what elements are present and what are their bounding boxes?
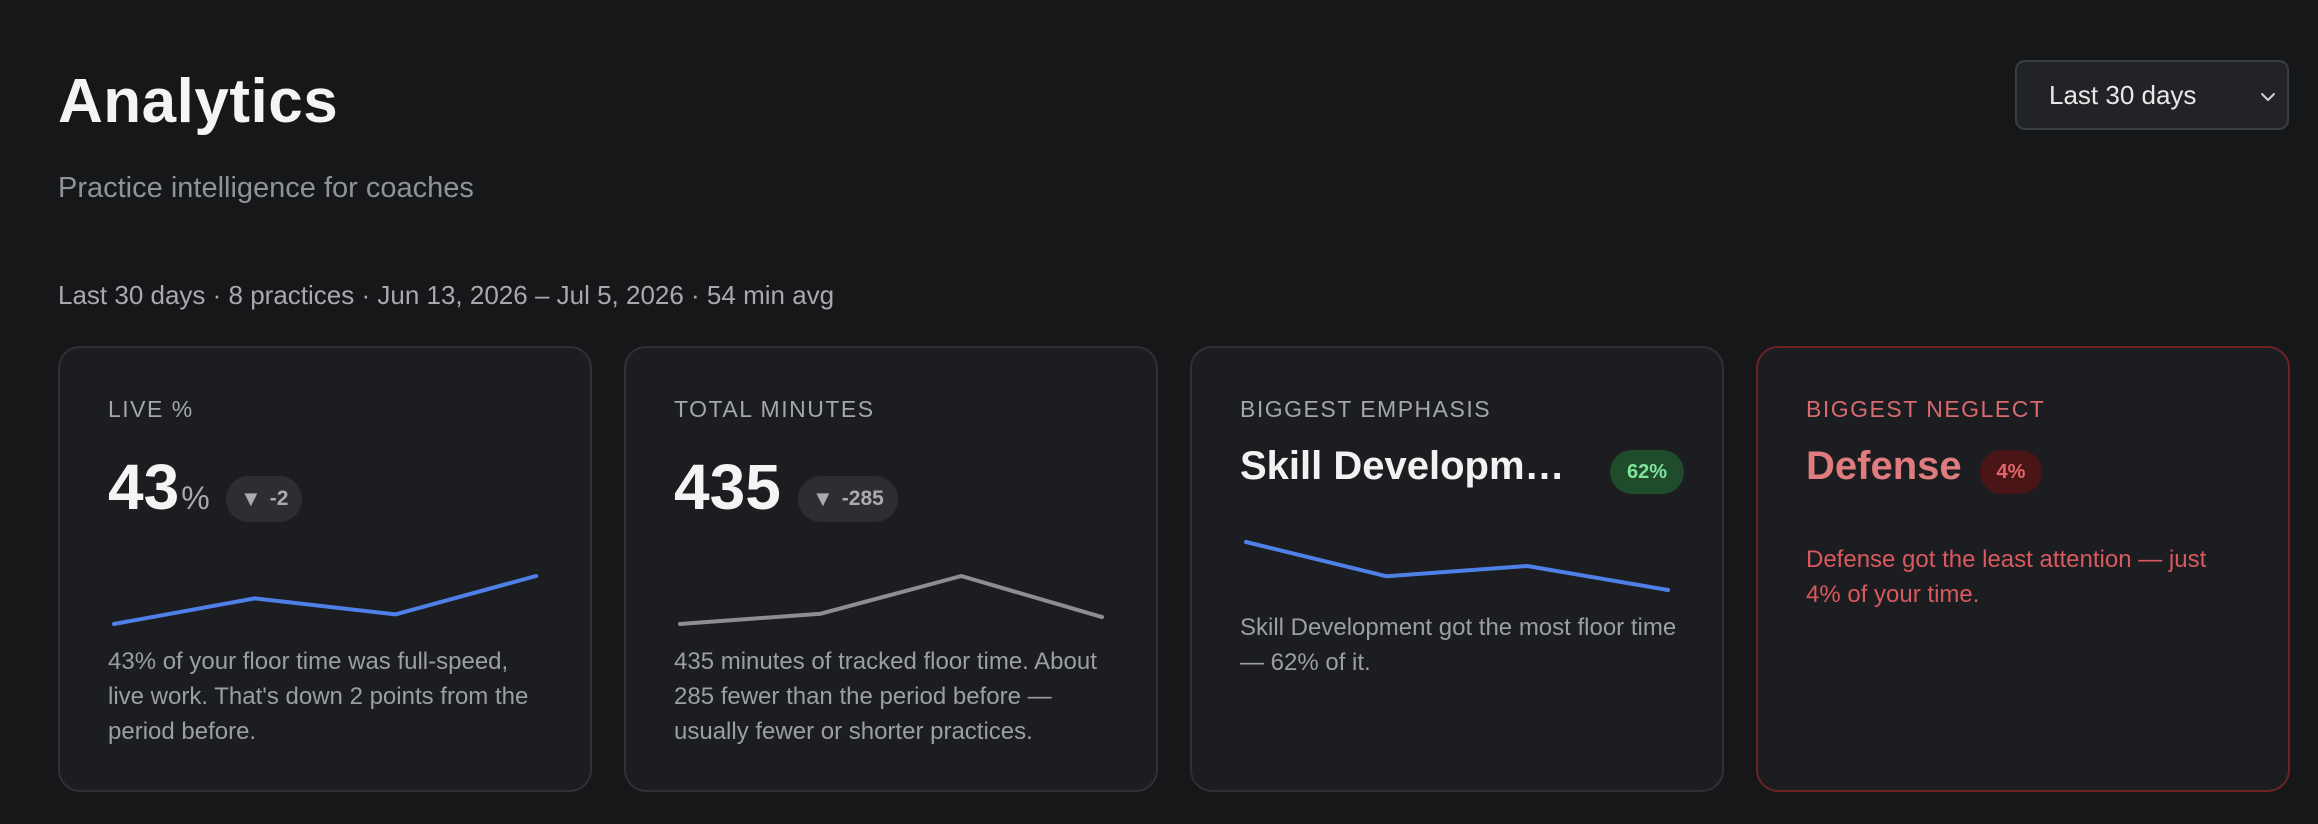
delta-value: -285 — [841, 487, 884, 510]
chevron-down-icon — [2261, 93, 2275, 101]
emphasis-percent-badge: 62% — [1610, 450, 1684, 494]
minutes-sparkline — [678, 574, 1104, 626]
down-triangle-icon: ▼ — [240, 486, 262, 511]
card-description: 435 minutes of tracked floor time. About… — [674, 648, 1097, 745]
delta-value: -2 — [269, 487, 289, 510]
date-range-select[interactable]: Last 30 days — [2015, 60, 2289, 130]
card-description: Defense got the least attention — just 4… — [1806, 546, 2207, 608]
card-label: BIGGEST EMPHASIS — [1240, 396, 1492, 422]
page-subtitle: Practice intelligence for coaches — [58, 172, 474, 204]
neglect-percent-badge: 4% — [1980, 450, 2042, 494]
total-minutes-card: TOTAL MINUTES 435 ▼ -285 435 minutes of … — [624, 346, 1158, 792]
metric-number: 435 — [674, 451, 781, 523]
card-description: 43% of your floor time was full-speed, l… — [108, 648, 529, 745]
period-summary: Last 30 days · 8 practices · Jun 13, 202… — [58, 280, 835, 310]
card-label: TOTAL MINUTES — [674, 396, 875, 422]
biggest-emphasis-card: BIGGEST EMPHASIS Skill Developm… 62% Ski… — [1190, 346, 1724, 792]
delta-badge: ▼ -2 — [226, 476, 303, 522]
metric-unit: % — [181, 480, 210, 516]
card-label: LIVE % — [108, 396, 194, 422]
emphasis-sparkline — [1244, 540, 1670, 592]
total-minutes-value: 435 — [674, 450, 781, 524]
analytics-page: Analytics Practice intelligence for coac… — [0, 0, 2318, 824]
emphasis-category: Skill Developm… — [1240, 444, 1565, 488]
sparkline-series — [678, 574, 1104, 626]
card-description: Skill Development got the most floor tim… — [1240, 614, 1677, 676]
sparkline-series — [112, 574, 538, 626]
neglect-category: Defense — [1806, 444, 1962, 488]
live-percent-value: 43 % — [108, 450, 210, 524]
page-title: Analytics — [58, 67, 339, 136]
metric-number: 43 — [108, 451, 180, 523]
card-label: BIGGEST NEGLECT — [1806, 396, 2046, 422]
delta-badge: ▼ -285 — [798, 476, 898, 522]
live-sparkline — [112, 574, 538, 626]
live-percent-card: LIVE % 43 % ▼ -2 43% of your floor time … — [58, 346, 592, 792]
date-range-value: Last 30 days — [2049, 79, 2197, 110]
biggest-neglect-card: BIGGEST NEGLECT Defense 4% Defense got t… — [1756, 346, 2290, 792]
sparkline-series — [1244, 540, 1670, 592]
down-triangle-icon: ▼ — [812, 486, 834, 511]
